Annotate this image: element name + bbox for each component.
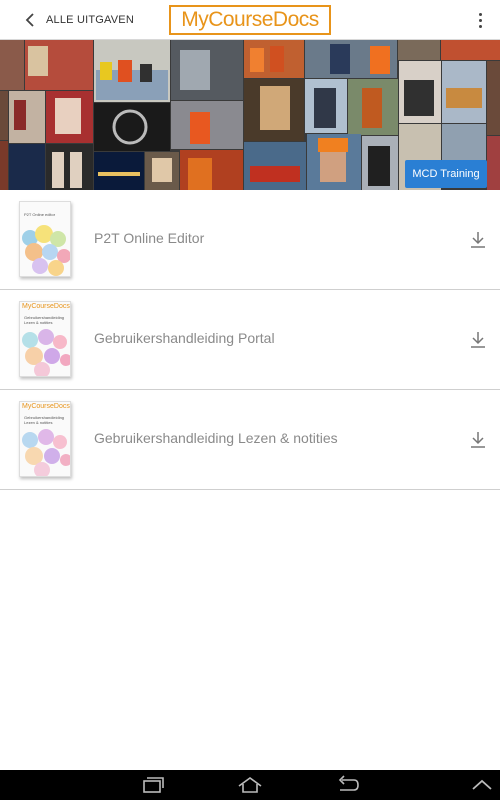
document-thumbnail: P2T Online editor xyxy=(19,201,71,277)
header-banner-collage: MCD Training xyxy=(0,40,500,190)
home-icon[interactable] xyxy=(236,775,264,795)
people-illustration xyxy=(22,329,70,376)
download-icon[interactable] xyxy=(469,330,487,350)
document-list: P2T Online editor P2T Online Editor MyCo… xyxy=(0,190,500,490)
download-icon[interactable] xyxy=(469,230,487,250)
back-icon[interactable] xyxy=(334,775,360,795)
logo-text: MyCourseDocs xyxy=(181,8,319,31)
people-illustration xyxy=(22,225,70,276)
chevron-left-icon xyxy=(25,13,34,27)
recent-apps-icon[interactable] xyxy=(140,775,166,795)
back-button[interactable]: ALLE UITGAVEN xyxy=(24,10,134,30)
overflow-menu-icon[interactable] xyxy=(472,10,488,30)
download-icon[interactable] xyxy=(469,430,487,450)
mcd-training-button[interactable]: MCD Training xyxy=(405,160,487,188)
thumb-brand: MyCourseDocs xyxy=(22,303,70,310)
thumb-title: P2T Online editor xyxy=(24,212,56,217)
back-label: ALLE UITGAVEN xyxy=(46,14,134,26)
list-item[interactable]: MyCourseDocs Gebruikershandleiding Lezen… xyxy=(0,390,500,490)
people-illustration xyxy=(22,429,70,476)
app-logo: MyCourseDocs xyxy=(169,5,331,35)
document-thumbnail: MyCourseDocs Gebruikershandleiding Lezen… xyxy=(19,301,71,377)
document-title: P2T Online Editor xyxy=(94,230,205,246)
thumb-brand: MyCourseDocs xyxy=(22,403,70,410)
list-item[interactable]: P2T Online editor P2T Online Editor xyxy=(0,190,500,290)
document-title: Gebruikershandleiding Portal xyxy=(94,330,275,346)
list-item[interactable]: MyCourseDocs Gebruikershandleiding Lezen… xyxy=(0,290,500,390)
document-title: Gebruikershandleiding Lezen & notities xyxy=(94,430,338,446)
system-navigation-bar xyxy=(0,770,500,800)
collapse-icon[interactable] xyxy=(470,775,494,795)
document-thumbnail: MyCourseDocs Gebruikershandleiding Lezen… xyxy=(19,401,71,477)
top-bar: ALLE UITGAVEN MyCourseDocs xyxy=(0,0,500,40)
